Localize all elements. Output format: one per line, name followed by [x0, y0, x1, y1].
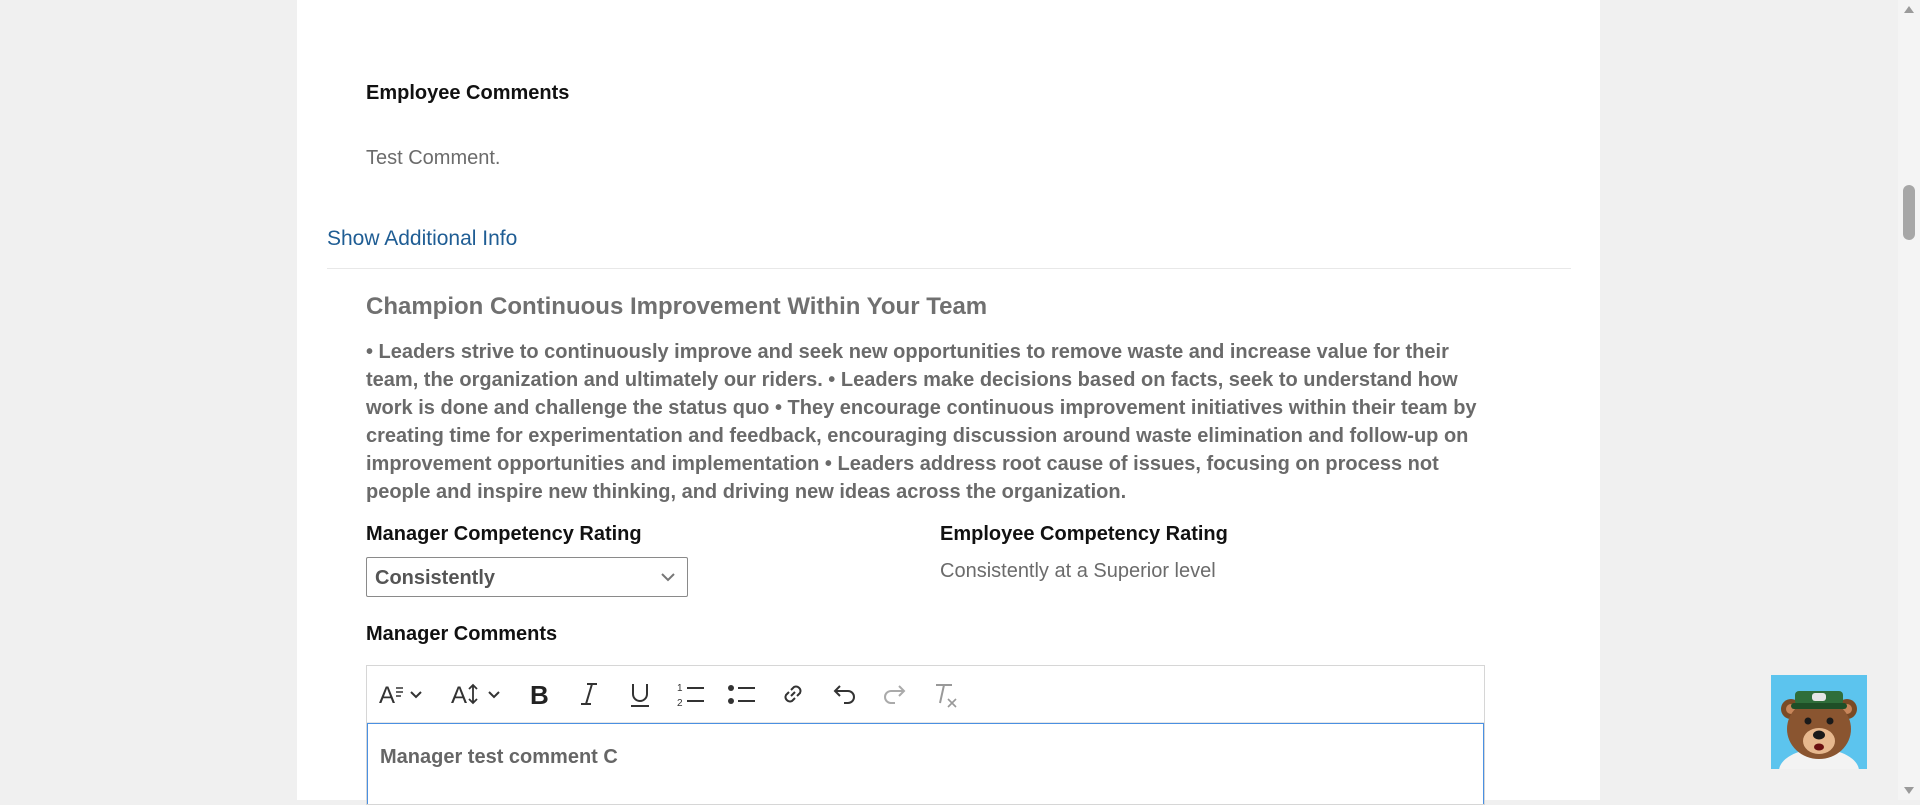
employee-comments-value: Test Comment.: [366, 147, 501, 169]
link-button[interactable]: [776, 678, 810, 710]
description-line: team, the organization and ultimately ou…: [366, 369, 1458, 391]
italic-icon: [581, 683, 597, 705]
clear-format-button[interactable]: [929, 678, 963, 710]
redo-icon: [884, 685, 906, 704]
show-additional-info-link[interactable]: Show Additional Info: [327, 227, 517, 251]
chevron-down-icon: [661, 573, 675, 582]
undo-icon: [833, 685, 855, 704]
manager-rating-value: Consistently: [375, 567, 496, 589]
bold-icon: B: [530, 680, 549, 709]
scrollbar-thumb[interactable]: [1903, 185, 1915, 240]
employee-comments-label: Employee Comments: [366, 82, 570, 104]
manager-rating-select[interactable]: Consistently: [366, 557, 688, 597]
underline-button[interactable]: [624, 678, 656, 710]
svg-text:2: 2: [677, 698, 683, 709]
vertical-scrollbar[interactable]: [1898, 0, 1920, 800]
description-line: creating time for experimentation and fe…: [366, 425, 1469, 447]
manager-rating-label: Manager Competency Rating: [366, 523, 642, 545]
competency-title: Champion Continuous Improvement Within Y…: [366, 293, 988, 320]
font-family-button[interactable]: A: [379, 678, 425, 710]
description-line: work is done and challenge the status qu…: [366, 397, 1477, 419]
bear-mascot-icon: [1779, 691, 1859, 769]
bullet-list-button[interactable]: [725, 678, 759, 710]
employee-rating-label: Employee Competency Rating: [940, 523, 1228, 545]
chat-assistant-avatar[interactable]: [1771, 675, 1867, 769]
clear-format-icon: [936, 684, 957, 708]
bold-button[interactable]: B: [523, 678, 555, 710]
italic-button[interactable]: [573, 678, 605, 710]
scroll-up-arrow-icon[interactable]: [1904, 6, 1914, 13]
link-icon: [784, 685, 802, 703]
description-line: people and inspire new thinking, and dri…: [366, 481, 1127, 503]
manager-comments-editor: A A B 1 2 Manager test comment C: [366, 665, 1485, 805]
manager-comments-label: Manager Comments: [366, 623, 558, 645]
description-line: improvement opportunities and implementa…: [366, 453, 1439, 475]
undo-button[interactable]: [827, 678, 861, 710]
redo-button[interactable]: [878, 678, 912, 710]
font-size-icon: A: [451, 682, 500, 709]
manager-comments-textarea[interactable]: Manager test comment C: [367, 723, 1484, 804]
description-line: • Leaders strive to continuously improve…: [366, 341, 1449, 363]
svg-text:A: A: [451, 682, 467, 709]
svg-text:B: B: [530, 680, 549, 709]
svg-text:1: 1: [677, 683, 683, 694]
underline-icon: [631, 684, 649, 707]
font-family-icon: A: [379, 682, 422, 709]
section-divider: [327, 268, 1571, 269]
numbered-list-button[interactable]: 1 2: [674, 678, 708, 710]
competency-description: • Leaders strive to continuously improve…: [366, 338, 1526, 506]
bullet-list-icon: [728, 685, 755, 704]
manager-comments-text: Manager test comment C: [380, 746, 618, 768]
scroll-down-arrow-icon[interactable]: [1904, 787, 1914, 794]
form-card: Employee Comments Test Comment. Show Add…: [297, 0, 1600, 805]
editor-toolbar: A A B 1 2: [367, 666, 1484, 723]
numbered-list-icon: 1 2: [677, 683, 704, 709]
font-size-button[interactable]: A: [451, 678, 507, 710]
svg-text:A: A: [379, 682, 395, 709]
employee-rating-value: Consistently at a Superior level: [940, 560, 1216, 582]
